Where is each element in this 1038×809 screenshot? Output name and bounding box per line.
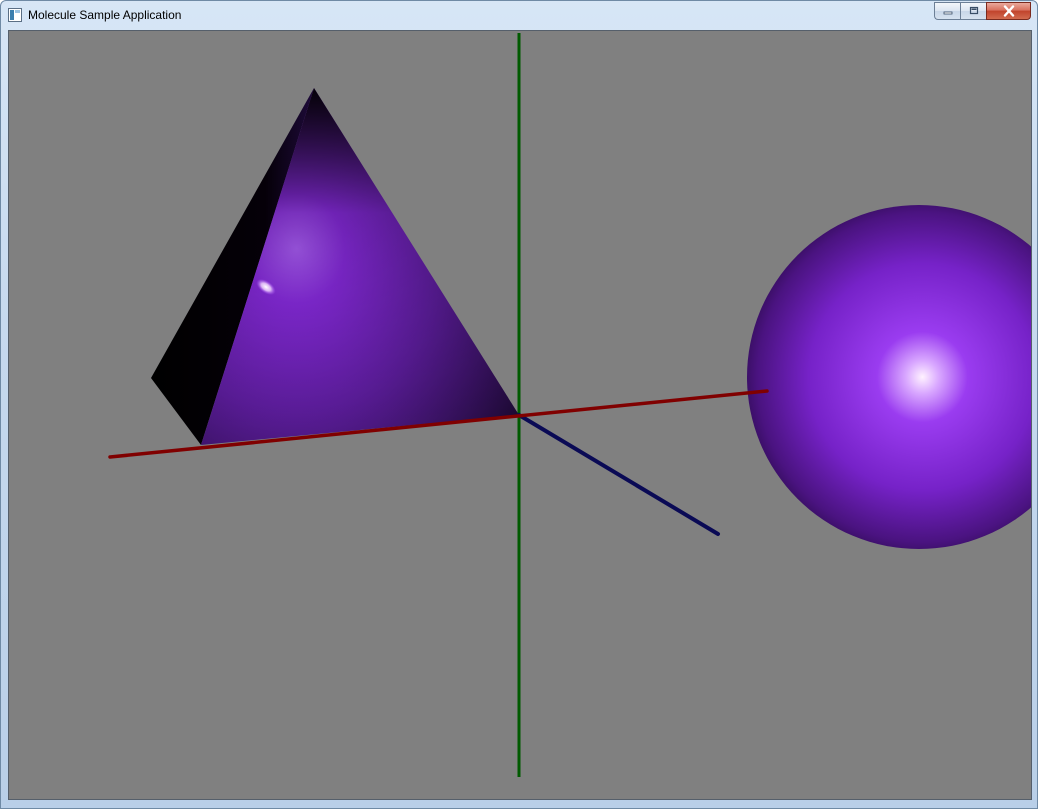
maximize-icon xyxy=(969,6,978,15)
application-window-icon xyxy=(8,8,22,22)
window-title: Molecule Sample Application xyxy=(28,8,182,22)
render-viewport[interactable] xyxy=(8,30,1032,800)
sphere-mesh xyxy=(747,205,1031,549)
close-icon xyxy=(1003,5,1014,17)
caption-buttons xyxy=(934,2,1031,21)
pyramid-mesh xyxy=(151,88,519,445)
title-bar[interactable]: Molecule Sample Application xyxy=(1,1,1037,30)
close-button[interactable] xyxy=(986,2,1031,20)
minimize-button[interactable] xyxy=(934,2,960,20)
maximize-button[interactable] xyxy=(960,2,986,20)
minimize-icon xyxy=(943,11,952,15)
application-window: Molecule Sample Application xyxy=(0,0,1038,809)
scene-canvas xyxy=(108,33,1031,777)
z-axis xyxy=(517,413,720,536)
